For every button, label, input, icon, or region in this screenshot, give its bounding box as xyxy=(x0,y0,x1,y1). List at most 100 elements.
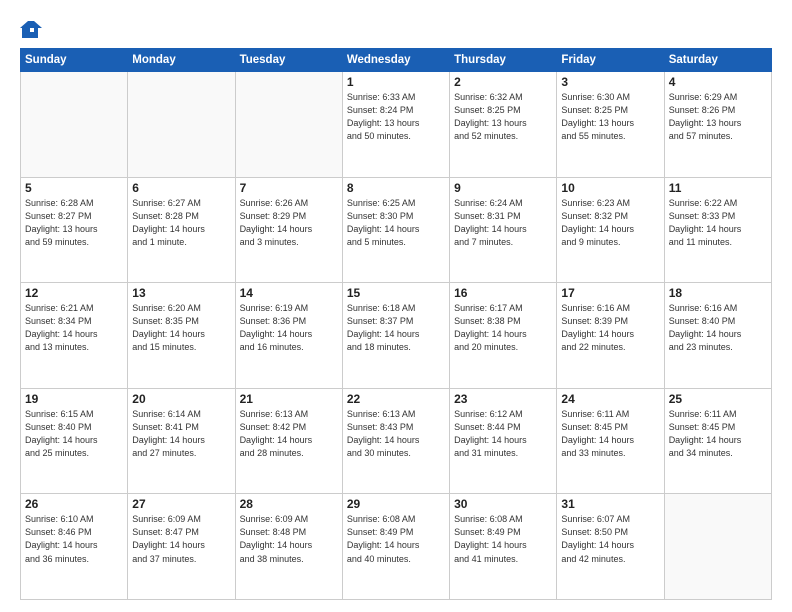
day-cell: 16 Sunrise: 6:17 AM Sunset: 8:38 PM Dayli… xyxy=(450,283,557,389)
day-cell: 26 Sunrise: 6:10 AM Sunset: 8:46 PM Dayli… xyxy=(21,494,128,600)
day-info: Sunrise: 6:07 AM Sunset: 8:50 PM Dayligh… xyxy=(561,513,659,565)
day-cell: 14 Sunrise: 6:19 AM Sunset: 8:36 PM Dayli… xyxy=(235,283,342,389)
day-info: Sunrise: 6:28 AM Sunset: 8:27 PM Dayligh… xyxy=(25,197,123,249)
day-cell: 30Sunrise: 6:08 AM Sunset: 8:49 PM Dayli… xyxy=(450,494,557,600)
day-cell: 23Sunrise: 6:12 AM Sunset: 8:44 PM Dayli… xyxy=(450,388,557,494)
day-cell: 18Sunrise: 6:16 AM Sunset: 8:40 PM Dayli… xyxy=(664,283,771,389)
day-info: Sunrise: 6:21 AM Sunset: 8:34 PM Dayligh… xyxy=(25,302,123,354)
logo-icon xyxy=(20,18,42,40)
day-info: Sunrise: 6:12 AM Sunset: 8:44 PM Dayligh… xyxy=(454,408,552,460)
day-info: Sunrise: 6:30 AM Sunset: 8:25 PM Dayligh… xyxy=(561,91,659,143)
header xyxy=(20,18,772,40)
day-cell: 27 Sunrise: 6:09 AM Sunset: 8:47 PM Dayli… xyxy=(128,494,235,600)
day-number: 6 xyxy=(132,181,230,195)
week-row-3: 12 Sunrise: 6:21 AM Sunset: 8:34 PM Dayli… xyxy=(21,283,772,389)
weekday-wednesday: Wednesday xyxy=(342,49,449,72)
day-cell: 10 Sunrise: 6:23 AM Sunset: 8:32 PM Dayli… xyxy=(557,177,664,283)
day-info: Sunrise: 6:16 AM Sunset: 8:39 PM Dayligh… xyxy=(561,302,659,354)
day-cell: 28Sunrise: 6:09 AM Sunset: 8:48 PM Dayli… xyxy=(235,494,342,600)
day-info: Sunrise: 6:10 AM Sunset: 8:46 PM Dayligh… xyxy=(25,513,123,565)
day-number: 9 xyxy=(454,181,552,195)
day-cell: 5 Sunrise: 6:28 AM Sunset: 8:27 PM Daylig… xyxy=(21,177,128,283)
day-cell: 9Sunrise: 6:24 AM Sunset: 8:31 PM Daylig… xyxy=(450,177,557,283)
day-number: 14 xyxy=(240,286,338,300)
day-number: 26 xyxy=(25,497,123,511)
week-row-1: 1 Sunrise: 6:33 AM Sunset: 8:24 PM Daylig… xyxy=(21,72,772,178)
day-cell: 22Sunrise: 6:13 AM Sunset: 8:43 PM Dayli… xyxy=(342,388,449,494)
day-info: Sunrise: 6:17 AM Sunset: 8:38 PM Dayligh… xyxy=(454,302,552,354)
day-number: 12 xyxy=(25,286,123,300)
day-cell: 24 Sunrise: 6:11 AM Sunset: 8:45 PM Dayli… xyxy=(557,388,664,494)
day-number: 28 xyxy=(240,497,338,511)
day-number: 19 xyxy=(25,392,123,406)
day-cell: 1 Sunrise: 6:33 AM Sunset: 8:24 PM Daylig… xyxy=(342,72,449,178)
day-cell: 29 Sunrise: 6:08 AM Sunset: 8:49 PM Dayli… xyxy=(342,494,449,600)
page: SundayMondayTuesdayWednesdayThursdayFrid… xyxy=(0,0,792,612)
day-number: 15 xyxy=(347,286,445,300)
day-number: 25 xyxy=(669,392,767,406)
day-cell: 31 Sunrise: 6:07 AM Sunset: 8:50 PM Dayli… xyxy=(557,494,664,600)
day-number: 21 xyxy=(240,392,338,406)
day-number: 18 xyxy=(669,286,767,300)
day-number: 5 xyxy=(25,181,123,195)
day-number: 2 xyxy=(454,75,552,89)
weekday-monday: Monday xyxy=(128,49,235,72)
day-info: Sunrise: 6:13 AM Sunset: 8:43 PM Dayligh… xyxy=(347,408,445,460)
day-number: 11 xyxy=(669,181,767,195)
day-cell xyxy=(128,72,235,178)
day-info: Sunrise: 6:33 AM Sunset: 8:24 PM Dayligh… xyxy=(347,91,445,143)
day-info: Sunrise: 6:19 AM Sunset: 8:36 PM Dayligh… xyxy=(240,302,338,354)
day-info: Sunrise: 6:08 AM Sunset: 8:49 PM Dayligh… xyxy=(347,513,445,565)
weekday-header-row: SundayMondayTuesdayWednesdayThursdayFrid… xyxy=(21,49,772,72)
day-cell: 8 Sunrise: 6:25 AM Sunset: 8:30 PM Daylig… xyxy=(342,177,449,283)
day-cell: 6 Sunrise: 6:27 AM Sunset: 8:28 PM Daylig… xyxy=(128,177,235,283)
day-info: Sunrise: 6:11 AM Sunset: 8:45 PM Dayligh… xyxy=(669,408,767,460)
day-number: 31 xyxy=(561,497,659,511)
day-cell: 11 Sunrise: 6:22 AM Sunset: 8:33 PM Dayli… xyxy=(664,177,771,283)
day-info: Sunrise: 6:25 AM Sunset: 8:30 PM Dayligh… xyxy=(347,197,445,249)
day-cell xyxy=(235,72,342,178)
day-info: Sunrise: 6:22 AM Sunset: 8:33 PM Dayligh… xyxy=(669,197,767,249)
day-info: Sunrise: 6:32 AM Sunset: 8:25 PM Dayligh… xyxy=(454,91,552,143)
day-cell: 21 Sunrise: 6:13 AM Sunset: 8:42 PM Dayli… xyxy=(235,388,342,494)
day-number: 7 xyxy=(240,181,338,195)
day-cell: 4 Sunrise: 6:29 AM Sunset: 8:26 PM Daylig… xyxy=(664,72,771,178)
day-number: 16 xyxy=(454,286,552,300)
day-cell: 17Sunrise: 6:16 AM Sunset: 8:39 PM Dayli… xyxy=(557,283,664,389)
day-info: Sunrise: 6:14 AM Sunset: 8:41 PM Dayligh… xyxy=(132,408,230,460)
day-number: 10 xyxy=(561,181,659,195)
day-number: 20 xyxy=(132,392,230,406)
day-number: 4 xyxy=(669,75,767,89)
day-info: Sunrise: 6:09 AM Sunset: 8:47 PM Dayligh… xyxy=(132,513,230,565)
day-info: Sunrise: 6:27 AM Sunset: 8:28 PM Dayligh… xyxy=(132,197,230,249)
day-info: Sunrise: 6:13 AM Sunset: 8:42 PM Dayligh… xyxy=(240,408,338,460)
week-row-4: 19 Sunrise: 6:15 AM Sunset: 8:40 PM Dayli… xyxy=(21,388,772,494)
day-number: 13 xyxy=(132,286,230,300)
weekday-friday: Friday xyxy=(557,49,664,72)
day-number: 8 xyxy=(347,181,445,195)
day-cell: 20 Sunrise: 6:14 AM Sunset: 8:41 PM Dayli… xyxy=(128,388,235,494)
day-info: Sunrise: 6:29 AM Sunset: 8:26 PM Dayligh… xyxy=(669,91,767,143)
day-info: Sunrise: 6:08 AM Sunset: 8:49 PM Dayligh… xyxy=(454,513,552,565)
day-cell: 3 Sunrise: 6:30 AM Sunset: 8:25 PM Daylig… xyxy=(557,72,664,178)
day-info: Sunrise: 6:15 AM Sunset: 8:40 PM Dayligh… xyxy=(25,408,123,460)
logo xyxy=(20,18,46,40)
day-number: 27 xyxy=(132,497,230,511)
day-cell xyxy=(664,494,771,600)
day-number: 24 xyxy=(561,392,659,406)
calendar: SundayMondayTuesdayWednesdayThursdayFrid… xyxy=(20,48,772,600)
day-number: 3 xyxy=(561,75,659,89)
day-cell: 12 Sunrise: 6:21 AM Sunset: 8:34 PM Dayli… xyxy=(21,283,128,389)
day-info: Sunrise: 6:23 AM Sunset: 8:32 PM Dayligh… xyxy=(561,197,659,249)
day-number: 1 xyxy=(347,75,445,89)
week-row-5: 26 Sunrise: 6:10 AM Sunset: 8:46 PM Dayli… xyxy=(21,494,772,600)
week-row-2: 5 Sunrise: 6:28 AM Sunset: 8:27 PM Daylig… xyxy=(21,177,772,283)
weekday-sunday: Sunday xyxy=(21,49,128,72)
day-info: Sunrise: 6:11 AM Sunset: 8:45 PM Dayligh… xyxy=(561,408,659,460)
day-cell xyxy=(21,72,128,178)
day-cell: 2 Sunrise: 6:32 AM Sunset: 8:25 PM Daylig… xyxy=(450,72,557,178)
weekday-thursday: Thursday xyxy=(450,49,557,72)
day-info: Sunrise: 6:26 AM Sunset: 8:29 PM Dayligh… xyxy=(240,197,338,249)
day-number: 29 xyxy=(347,497,445,511)
day-cell: 13Sunrise: 6:20 AM Sunset: 8:35 PM Dayli… xyxy=(128,283,235,389)
